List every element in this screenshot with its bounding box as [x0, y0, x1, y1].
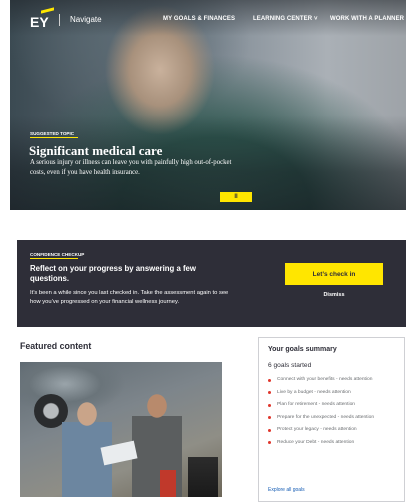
- hero-description: A serious injury or illness can leave yo…: [30, 159, 232, 176]
- nav-link-learning-center[interactable]: LEARNING CENTER ˅: [253, 16, 318, 22]
- nav-link-my-goals[interactable]: MY GOALS & FINANCES: [163, 16, 235, 22]
- checkup-tag-underline: [30, 258, 78, 259]
- nav-link-work-with-planner[interactable]: WORK WITH A PLANNER: [330, 16, 404, 22]
- status-dot-icon: [268, 403, 271, 407]
- goal-list: Connect with your benefits - needs atten…: [268, 376, 400, 451]
- goal-item[interactable]: Live by a budget - needs attention: [268, 389, 400, 397]
- status-dot-icon: [268, 378, 271, 382]
- goals-summary-card: Your goals summary 6 goals started Conne…: [258, 337, 405, 502]
- status-dot-icon: [268, 391, 271, 394]
- checkup-description: It’s been a while since you last checked…: [30, 290, 229, 306]
- goal-item-label: Connect with your benefits - needs atten…: [277, 377, 373, 382]
- goal-item[interactable]: Prepare for the unexpected - needs atten…: [268, 414, 400, 422]
- nav-brand[interactable]: Navigate: [70, 15, 102, 24]
- goals-summary-title: Your goals summary: [268, 346, 337, 353]
- check-in-button[interactable]: Let’s check in: [285, 263, 383, 285]
- status-dot-icon: [268, 428, 271, 432]
- featured-content-heading: Featured content: [20, 341, 92, 351]
- confidence-checkup-card: CONFIDENCE CHECKUP Reflect on your progr…: [17, 240, 406, 327]
- dismiss-button[interactable]: Dismiss: [285, 292, 383, 298]
- explore-all-goals-link[interactable]: Explore all goals: [268, 487, 305, 493]
- goals-started-count: 6 goals started: [268, 362, 312, 369]
- status-dot-icon: [268, 416, 271, 419]
- goal-item-label: Protect your legacy - needs attention: [277, 427, 357, 432]
- pause-icon: II: [234, 194, 238, 200]
- checkup-title: Reflect on your progress by answering a …: [30, 264, 196, 283]
- hero-tag-underline: [30, 137, 78, 138]
- hero-tag: SUGGESTED TOPIC: [30, 131, 75, 136]
- featured-content-image[interactable]: [20, 362, 222, 497]
- nav-link-learning-center-label: LEARNING CENTER: [253, 16, 313, 22]
- image-tool-cart: [188, 457, 218, 497]
- hero-title[interactable]: Significant medical care: [29, 143, 162, 159]
- chevron-down-icon: ˅: [313, 16, 318, 22]
- goal-item-label: Reduce your Debt - needs attention: [277, 439, 355, 445]
- checkup-tag: CONFIDENCE CHECKUP: [30, 252, 85, 257]
- goal-item-label: Live by a budget - needs attention: [277, 389, 351, 395]
- ey-logo[interactable]: EY: [30, 14, 49, 30]
- hero-banner: EY Navigate MY GOALS & FINANCES LEARNING…: [10, 0, 406, 210]
- nav-divider: [59, 14, 60, 26]
- goal-item[interactable]: Connect with your benefits - needs atten…: [268, 376, 400, 384]
- goal-item[interactable]: Protect your legacy - needs attention: [268, 426, 400, 434]
- goal-item-label: Plan for retirement - needs attention: [277, 402, 356, 407]
- status-dot-icon: [268, 441, 271, 444]
- goal-item[interactable]: Plan for retirement - needs attention: [268, 401, 400, 409]
- goal-item-label: Prepare for the unexpected - needs atten…: [277, 414, 375, 420]
- goal-item[interactable]: Reduce your Debt - needs attention: [268, 439, 400, 447]
- image-red-equipment: [160, 470, 176, 497]
- carousel-pause-button[interactable]: II: [220, 192, 252, 202]
